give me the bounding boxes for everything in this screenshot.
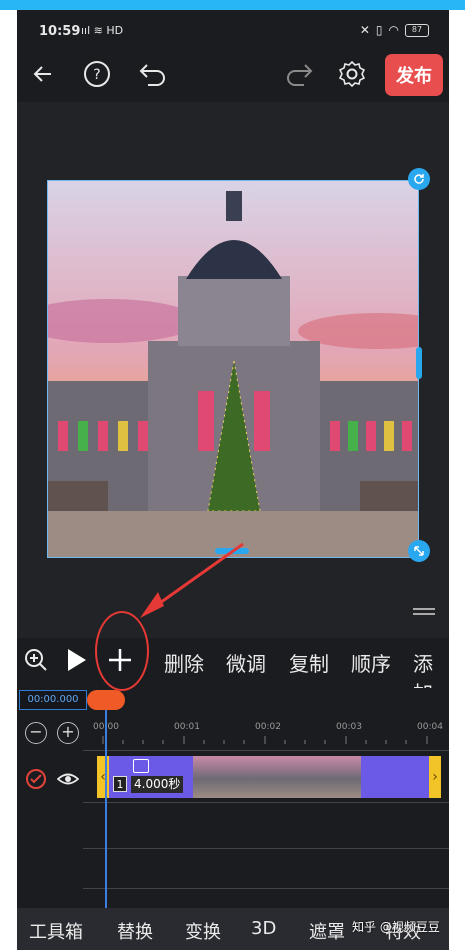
timecode-display: 00:00.000 <box>19 690 87 710</box>
eye-icon[interactable] <box>56 770 80 792</box>
zoom-in-icon[interactable] <box>23 647 49 677</box>
edit-action-bar: 删除 微调 复制 顺序 添加 <box>17 638 449 705</box>
signal-indicators: ııl ≋ HD <box>81 24 124 37</box>
phone-screen: 10:59 ııl ≋ HD ✕ ▯ ◠ 87 ? 发布 删除 微调 复制 顺序… <box>17 10 449 950</box>
back-arrow-icon[interactable] <box>23 54 63 94</box>
zoom-out-timeline-button[interactable]: − <box>25 722 47 744</box>
tab-transform[interactable]: 变换 <box>185 918 221 944</box>
top-accent-strip <box>0 0 465 10</box>
clip-right-handle[interactable]: › <box>429 756 441 798</box>
zoom-in-timeline-button[interactable]: + <box>57 722 79 744</box>
video-canvas[interactable] <box>47 180 419 558</box>
help-icon[interactable]: ? <box>77 54 117 94</box>
track-divider <box>83 888 449 889</box>
tab-3d[interactable]: 3D <box>251 918 276 939</box>
tick-label: 00:02 <box>255 722 281 732</box>
redo-icon[interactable] <box>279 54 319 94</box>
tab-mask[interactable]: 遮罩 <box>309 918 345 944</box>
playhead-marker[interactable] <box>87 690 125 710</box>
track-divider <box>83 750 449 751</box>
play-icon[interactable] <box>65 647 89 677</box>
track-divider <box>83 802 449 803</box>
video-clip[interactable]: ‹ 1 4.000秒 › <box>97 756 441 798</box>
copy-button[interactable]: 复制 <box>289 648 329 677</box>
track-enable-icon[interactable] <box>25 768 47 794</box>
watermark: 知乎 @视频豆豆 <box>352 920 440 934</box>
playhead-line <box>105 710 107 910</box>
headset-icon: ◠ <box>388 23 399 37</box>
tick-label: 00:04 <box>417 722 443 732</box>
order-button[interactable]: 顺序 <box>351 648 391 677</box>
battery-icon: 87 <box>405 23 429 37</box>
clip-thumbnails <box>193 756 361 798</box>
vibrate-icon: ▯ <box>375 23 383 37</box>
delete-button[interactable]: 删除 <box>164 648 204 677</box>
city-hall-image <box>48 181 418 557</box>
annotation-circle <box>95 611 149 691</box>
mute-icon: ✕ <box>359 23 370 37</box>
tick-label: 00:01 <box>174 722 200 732</box>
status-right: ✕ ▯ ◠ 87 <box>360 23 429 37</box>
undo-icon[interactable] <box>133 54 173 94</box>
tab-replace[interactable]: 替换 <box>117 918 153 944</box>
tab-toolbox[interactable]: 工具箱 <box>29 918 83 944</box>
panel-toggle-icon[interactable] <box>413 608 435 618</box>
status-bar: 10:59 ııl ≋ HD ✕ ▯ ◠ 87 <box>17 10 449 46</box>
resize-handle-bottom[interactable] <box>215 548 249 554</box>
scale-handle-icon[interactable] <box>408 540 430 562</box>
adjust-button[interactable]: 微调 <box>226 648 266 677</box>
clip-duration: 4.000秒 <box>131 776 184 793</box>
time-ruler: 00:00 00:01 00:02 00:03 00:04 <box>93 718 449 748</box>
timeline-panel: 00:00.000 00:00 00:01 00:02 00:03 00:04 … <box>17 688 449 910</box>
track-divider <box>83 848 449 849</box>
resize-handle-right[interactable] <box>416 347 422 379</box>
gear-icon[interactable] <box>332 54 372 94</box>
publish-button[interactable]: 发布 <box>385 54 443 96</box>
clip-index: 1 <box>113 776 127 792</box>
image-clip-icon <box>133 759 149 773</box>
status-time: 10:59 <box>39 24 81 39</box>
top-toolbar: ? 发布 <box>17 46 449 102</box>
svg-text:?: ? <box>93 67 100 83</box>
ruler-ticks <box>102 736 428 744</box>
clip-left-handle[interactable]: ‹ <box>97 756 109 798</box>
tick-label: 00:03 <box>336 722 362 732</box>
rotate-handle-icon[interactable] <box>408 168 430 190</box>
